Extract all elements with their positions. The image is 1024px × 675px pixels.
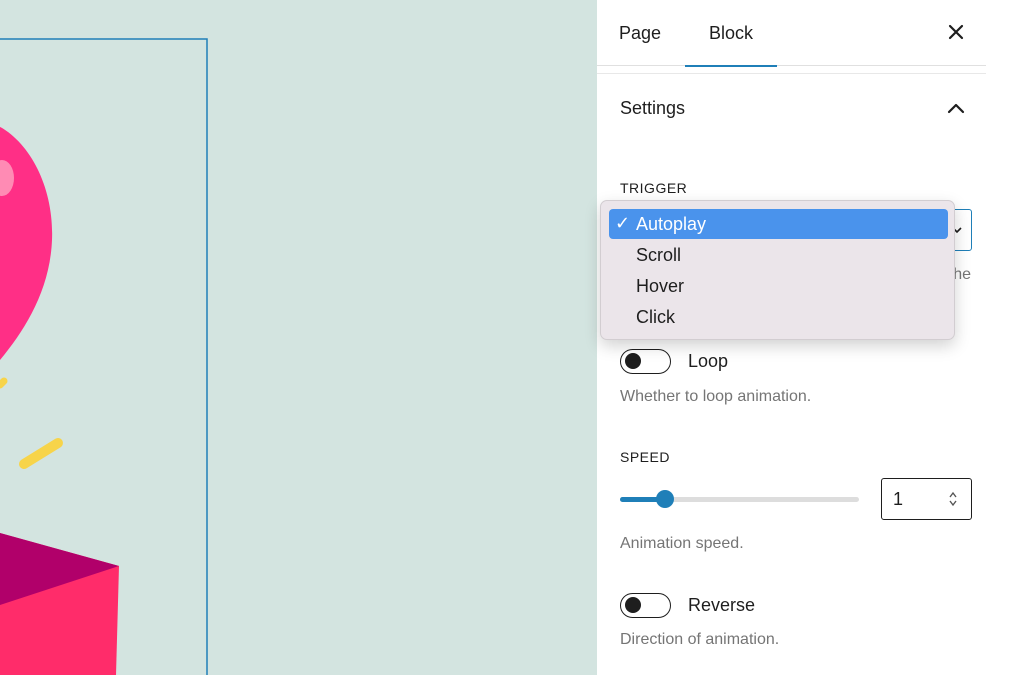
balloon-shape [0,126,53,360]
trigger-help-text: he [953,266,971,283]
checkmark-icon: ✓ [615,213,631,234]
reverse-label: Reverse [688,595,756,615]
dropdown-option-hover[interactable]: Hover [609,271,948,301]
trigger-label: TRIGGER [620,180,688,196]
dropdown-option-autoplay[interactable]: ✓ Autoplay [609,209,948,239]
dropdown-option-scroll[interactable]: Scroll [609,240,948,270]
reverse-toggle[interactable] [620,593,671,618]
confetti-stick [19,438,63,469]
loop-label: Loop [688,351,729,371]
speed-label: SPEED [620,449,670,465]
reverse-help: Direction of animation. [620,631,780,648]
close-icon [948,24,964,40]
speed-slider-thumb[interactable] [656,490,674,508]
loop-toggle[interactable] [620,349,671,374]
tab-block[interactable]: Block [685,0,777,67]
speed-help: Animation speed. [620,535,744,552]
confetti-small [0,377,8,389]
sidebar-scroll-gutter [986,0,1024,675]
speed-number-input[interactable]: 1 [881,478,972,520]
option-label: Scroll [636,245,682,265]
settings-panel-toggle[interactable]: Settings [597,86,986,132]
trigger-dropdown-menu: ✓ Autoplay Scroll Hover Click [600,200,955,340]
option-label: Hover [636,276,685,296]
close-sidebar-button[interactable] [941,17,971,47]
chevron-up-icon [947,103,965,114]
option-label: Click [636,307,675,327]
canvas-illustration [0,38,208,675]
tab-page[interactable]: Page [601,0,679,66]
option-label: Autoplay [636,214,707,234]
sidebar-tabs: Page Block [597,0,986,67]
panel-title: Settings [620,98,686,118]
loop-help: Whether to loop animation. [620,388,812,405]
spinner-arrows-icon[interactable] [947,489,959,509]
divider [597,73,986,74]
speed-value: 1 [893,489,904,509]
editor-canvas[interactable] [0,0,597,675]
dropdown-option-click[interactable]: Click [609,302,948,332]
